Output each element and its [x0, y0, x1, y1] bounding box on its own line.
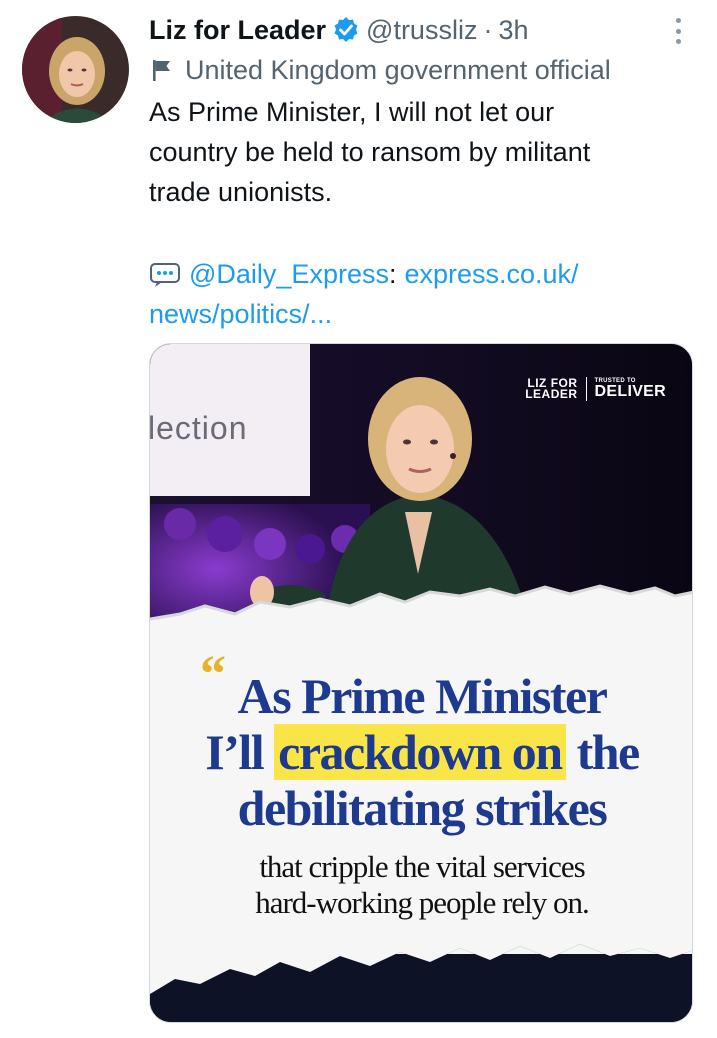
tweet-text-line: country be held to ransom by militant: [149, 137, 591, 167]
tweet-text-line: As Prime Minister, I will not let our: [149, 97, 555, 127]
more-options-icon[interactable]: [668, 16, 688, 46]
headline-line: debilitating strikes: [237, 780, 608, 836]
separator-dot: ·: [483, 14, 493, 45]
logo-divider: [585, 377, 587, 401]
tweet-timestamp[interactable]: 3h: [498, 15, 528, 46]
display-name[interactable]: Liz for Leader: [149, 15, 326, 46]
logo-slogan: DELIVER: [594, 383, 666, 400]
mention-link[interactable]: @Daily_Express: [189, 254, 389, 294]
colon: :: [388, 259, 397, 289]
label-text: United Kingdom government official: [185, 54, 611, 85]
tweet-header: Liz for Leader @trussliz · 3h: [149, 10, 529, 50]
headline-line: I’ll crackdown on the: [150, 724, 692, 780]
headline-text: the: [576, 724, 641, 780]
subheading-line: hard-working people rely on.: [255, 885, 590, 920]
headline-text: I’ll: [205, 724, 264, 780]
government-label[interactable]: United Kingdom government official: [149, 52, 611, 88]
campaign-logo: LIZ FOR LEADER TRUSTED TO DELIVER: [525, 377, 666, 401]
headline-highlight: crackdown on: [274, 724, 566, 780]
url-link[interactable]: express.co.uk/: [404, 254, 578, 294]
tweet-text: As Prime Minister, I will not let our co…: [149, 92, 689, 212]
tweet-text-line: trade unionists.: [149, 177, 333, 207]
flag-icon: [149, 57, 175, 83]
background-screen-text: lection: [149, 410, 248, 446]
subheading-line: that cripple the vital services: [259, 849, 585, 884]
quote-source: @Daily_Express : express.co.uk/ news/pol…: [149, 254, 689, 334]
avatar[interactable]: [22, 16, 129, 123]
user-handle[interactable]: @trussliz: [366, 15, 477, 46]
logo-text: LEADER: [525, 387, 578, 401]
tweet-media-image[interactable]: lection LIZ FOR LEADER TRUSTED TO DELIVE…: [149, 343, 693, 1023]
verified-badge-icon: [332, 16, 360, 44]
headline-line: As Prime Minister: [237, 668, 608, 724]
speech-bubble-icon: [149, 260, 181, 288]
url-link-continued[interactable]: news/politics/...: [149, 294, 332, 334]
